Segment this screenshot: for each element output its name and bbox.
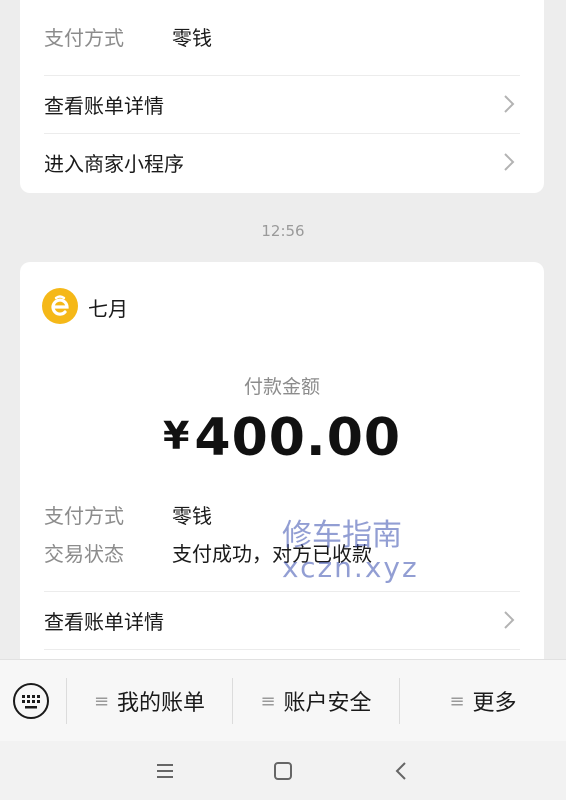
- keyboard-icon[interactable]: [12, 682, 50, 720]
- service-menu-bar: ≡ 我的账单 ≡ 账户安全 ≡ 更多: [0, 659, 566, 742]
- view-bill-details-label: 查看账单详情: [44, 610, 164, 634]
- currency-symbol: ¥: [162, 414, 191, 458]
- payment-method-label: 支付方式: [44, 26, 124, 50]
- enter-mini-program-label: 进入商家小程序: [44, 152, 184, 176]
- amount-value: 400.00: [194, 408, 402, 468]
- payment-method-row: 支付方式 零钱: [44, 500, 520, 530]
- payment-method-row: 支付方式 零钱: [44, 22, 520, 52]
- menu-lines-icon: ≡: [260, 690, 276, 712]
- payment-method-value: 零钱: [172, 26, 212, 50]
- menu-label: 我的账单: [117, 691, 206, 716]
- chevron-right-icon: [504, 95, 515, 113]
- enter-mini-program-link[interactable]: 进入商家小程序: [44, 134, 520, 190]
- transaction-status-value: 支付成功，对方已收款: [172, 542, 372, 566]
- menu-more[interactable]: ≡ 更多: [400, 660, 566, 742]
- chevron-right-icon: [504, 153, 515, 171]
- chevron-right-icon: [504, 611, 515, 629]
- amount-label: 付款金额: [243, 376, 320, 398]
- merchant-logo-icon: [51, 295, 69, 316]
- merchant-name: 七月: [88, 297, 128, 321]
- payment-receipt-card[interactable]: 七月 付款金额 ¥400.00 支付方式 零钱 交易状态 支付成功，对方已收款 …: [20, 262, 544, 682]
- system-nav-bar: [0, 741, 566, 800]
- home-icon[interactable]: [271, 759, 295, 783]
- menu-lines-icon: ≡: [93, 690, 110, 712]
- merchant-logo: [42, 288, 78, 324]
- menu-label: 更多: [472, 691, 517, 716]
- view-bill-details-label: 查看账单详情: [44, 94, 164, 118]
- payment-method-label: 支付方式: [44, 504, 124, 528]
- divider: [44, 649, 520, 650]
- view-bill-details-link[interactable]: 查看账单详情: [44, 592, 520, 648]
- menu-lines-icon: ≡: [449, 690, 465, 712]
- transaction-status-label: 交易状态: [44, 542, 124, 566]
- payment-method-value: 零钱: [172, 504, 212, 528]
- transaction-status-row: 交易状态 支付成功，对方已收款: [44, 538, 520, 568]
- previous-payment-card: 支付方式 零钱 查看账单详情 进入商家小程序: [20, 0, 544, 193]
- menu-account-security[interactable]: ≡ 账户安全: [233, 660, 399, 742]
- view-bill-details-link[interactable]: 查看账单详情: [44, 76, 520, 132]
- message-timestamp: 12:56: [261, 222, 305, 240]
- menu-icon[interactable]: [153, 759, 177, 783]
- menu-my-bills[interactable]: ≡ 我的账单: [67, 660, 232, 742]
- menu-label: 账户安全: [283, 691, 372, 716]
- back-icon[interactable]: [390, 759, 414, 783]
- payment-amount: ¥400.00: [20, 408, 544, 468]
